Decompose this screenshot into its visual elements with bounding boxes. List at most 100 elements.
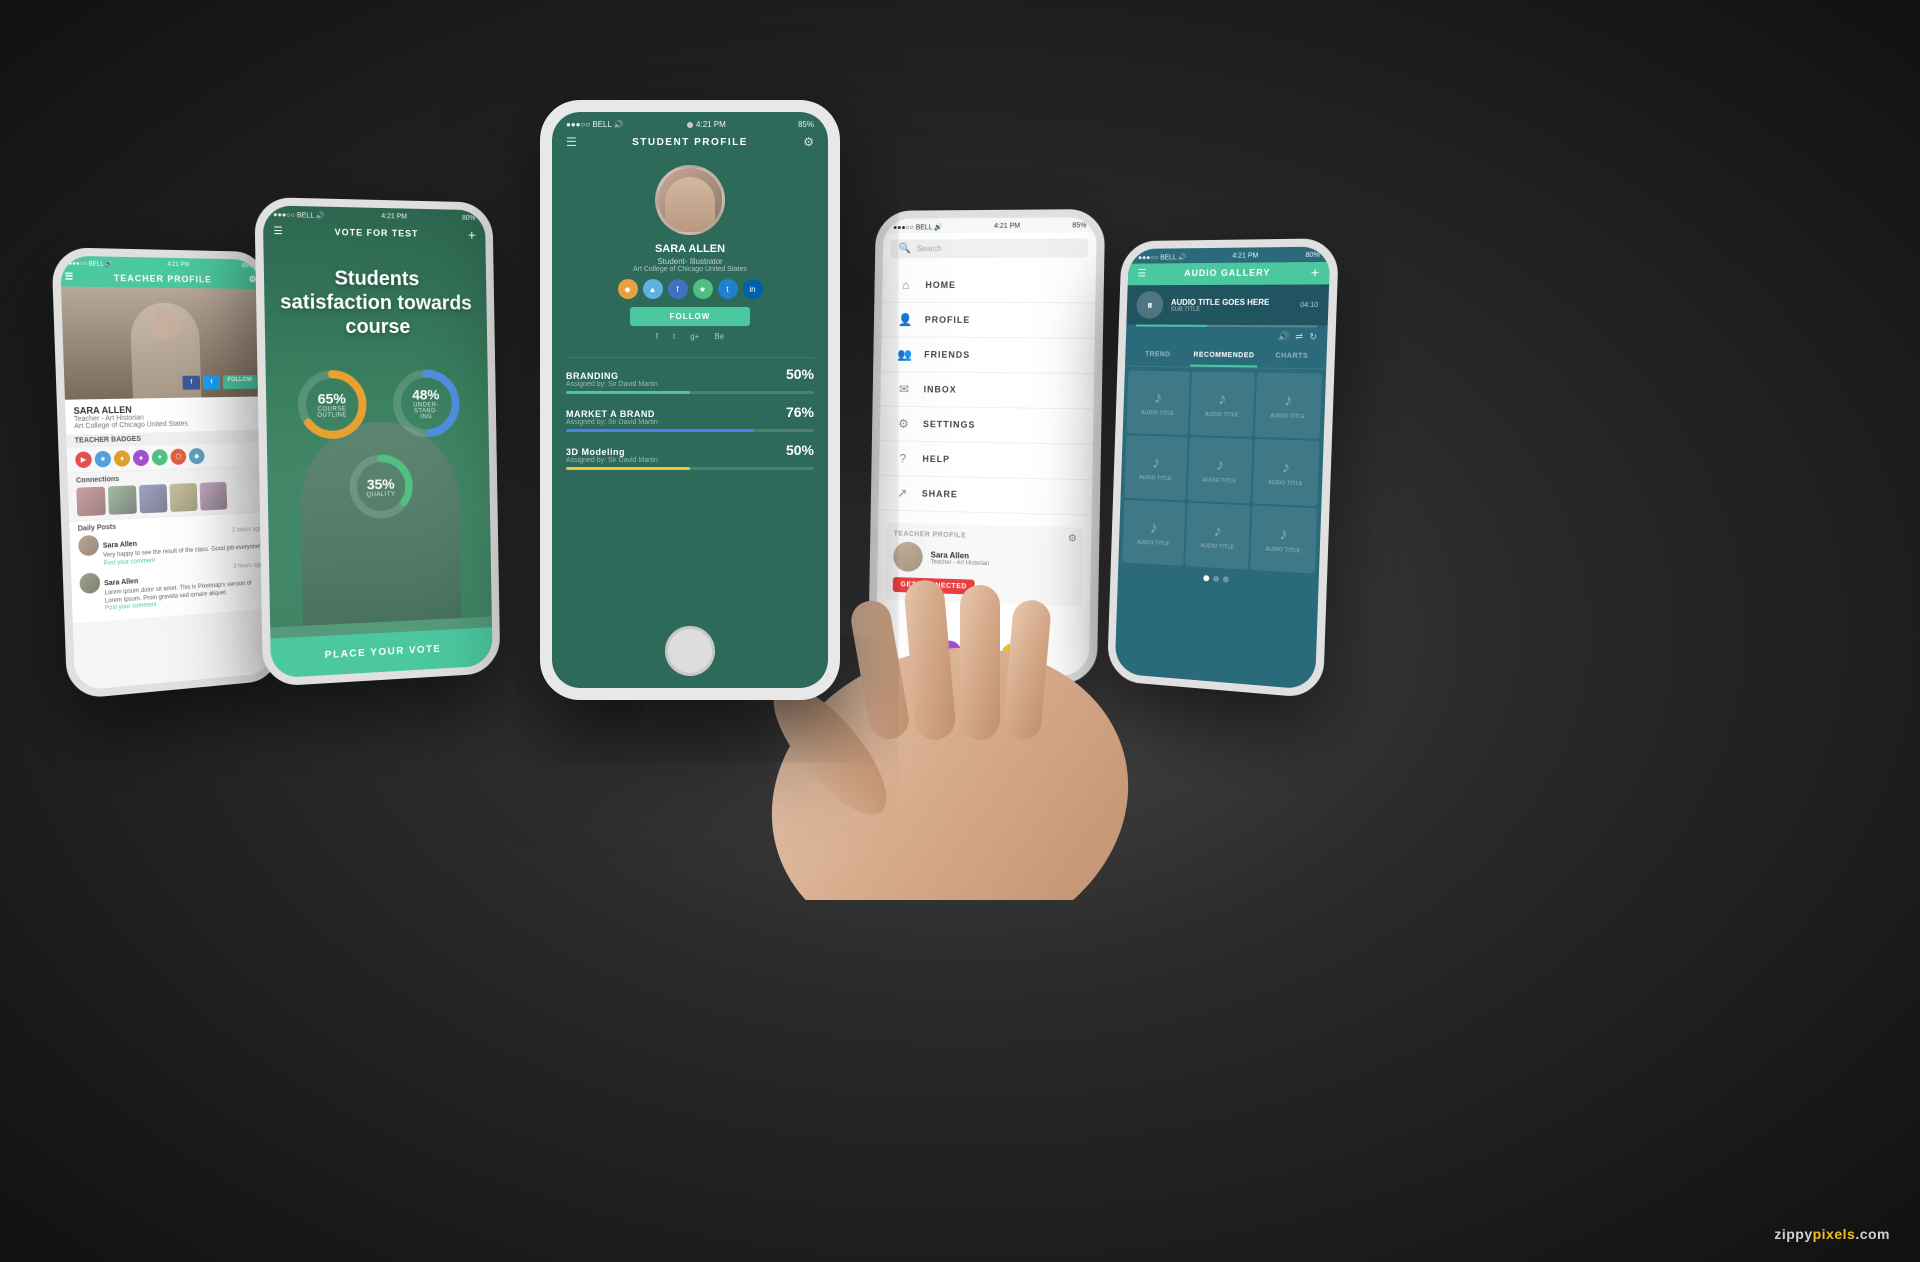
p5-audio-title: AUDIO TITLE [1141, 410, 1174, 417]
p5-title-text: AUDIO GALLERY [1184, 267, 1270, 278]
p2-status-time: 4:21 PM [381, 213, 407, 222]
p4-menu-inbox[interactable]: ✉ INBOX [880, 372, 1094, 409]
pc-course-pct: 50% [786, 366, 814, 382]
p5-grid-item[interactable]: ♪AUDIO TITLE [1190, 372, 1255, 437]
p4-menu-profile[interactable]: 👤 PROFILE [881, 303, 1095, 339]
p5-grid-item[interactable]: ♪AUDIO TITLE [1250, 505, 1317, 573]
pc-gear-icon[interactable]: ⚙ [803, 135, 814, 149]
p5-volume-icon[interactable]: 🔊 [1278, 331, 1290, 342]
p1-post-author: Sara Allen [104, 578, 138, 587]
p5-grid-item[interactable]: ♪AUDIO TITLE [1252, 439, 1319, 506]
pc-course-sub: Assigned by: Sir David Martin [566, 419, 658, 426]
p1-status-carrier: ●●●○○ BELL 🔊 [68, 260, 112, 268]
p5-tab-trend[interactable]: TREND [1125, 345, 1191, 366]
p5-play-button[interactable]: ⏸ [1136, 291, 1164, 319]
p2-chart-understanding: 48% UNDER-STAND-ING [386, 364, 465, 444]
p5-pagination-dot[interactable] [1203, 575, 1209, 581]
pc-social-icon-6[interactable]: in [743, 279, 763, 299]
p4-menu-label: PROFILE [925, 315, 971, 325]
p4-menu-help[interactable]: ? HELP [879, 441, 1093, 480]
p4-menu-label: SETTINGS [923, 419, 976, 430]
p2-add-icon[interactable]: + [468, 227, 476, 243]
p1-badge: ♦ [114, 450, 131, 467]
p1-facebook-btn[interactable]: f [182, 376, 200, 390]
p1-post-item: Sara Allen3 hours ago Lorem ipsum dolor … [79, 562, 264, 614]
pc-status-time: 4:21 PM [696, 120, 726, 129]
pc-menu-icon[interactable]: ☰ [566, 135, 577, 149]
p1-badge: ⬡ [170, 449, 186, 465]
p5-now-playing-title: AUDIO TITLE GOES HERE [1171, 297, 1292, 306]
p4-status-carrier: ●●●○○ BELL 🔊 [893, 223, 943, 231]
p5-tab-charts[interactable]: CHARTS [1257, 346, 1327, 368]
p1-badge: ★ [94, 451, 111, 468]
p5-audio-title: AUDIO TITLE [1203, 477, 1237, 484]
p4-search-bar[interactable]: 🔍 Search [891, 238, 1089, 258]
pc-social-icon-4[interactable]: ★ [693, 279, 713, 299]
p1-status-battery: 85% [242, 263, 253, 270]
p1-follow-btn[interactable]: FOLLOW [223, 375, 257, 389]
p5-grid-item[interactable]: ♪AUDIO TITLE [1187, 437, 1252, 503]
p2-menu-icon[interactable]: ☰ [273, 225, 282, 236]
pc-course-sub: Assigned by: Sir David Martin [566, 381, 658, 388]
p4-status-battery: 85% [1072, 222, 1086, 230]
pc-course-branding: BRANDING Assigned by: Sir David Martin 5… [566, 366, 814, 394]
p5-pagination-dot[interactable] [1223, 576, 1229, 582]
p5-grid-item[interactable]: ♪ AUDIO TITLE [1127, 371, 1190, 435]
p1-badge: ♠ [133, 450, 149, 467]
pc-avatar [655, 165, 725, 235]
p4-menu-label: SHARE [922, 489, 958, 500]
p1-twitter-btn[interactable]: t [203, 375, 221, 389]
phone-center-container: ●●●○○ BELL 🔊 4:21 PM 85% ☰ STUDENT PROFI… [540, 100, 840, 700]
p4-menu-label: HOME [925, 280, 956, 290]
p5-now-playing: ⏸ AUDIO TITLE GOES HERE SUB TITLE 04:10 [1126, 284, 1329, 325]
p5-music-icon: ♪ [1279, 525, 1288, 544]
p1-post-time: 3 hours ago [233, 562, 263, 570]
p5-audio-title: AUDIO TITLE [1268, 479, 1303, 486]
p4-menu-home[interactable]: ⌂ HOME [882, 268, 1096, 303]
p1-status-time: 4:21 PM [167, 262, 189, 269]
p5-add-icon[interactable]: + [1311, 264, 1320, 280]
p5-repeat-icon[interactable]: ↻ [1309, 331, 1317, 342]
p5-audio-title: AUDIO TITLE [1270, 413, 1305, 420]
p4-settings-icon: ⚙ [895, 416, 911, 432]
p4-menu-settings[interactable]: ⚙ SETTINGS [880, 407, 1094, 445]
pc-social-link-g[interactable]: g+ [690, 332, 699, 341]
p1-title-text: TEACHER PROFILE [114, 272, 212, 284]
p1-badge: ◆ [189, 448, 205, 464]
p4-search-icon: 🔍 [899, 243, 911, 254]
pc-social-icon-3[interactable]: f [668, 279, 688, 299]
p1-post-author: Sara Allen [103, 541, 137, 550]
p5-menu-icon[interactable]: ☰ [1137, 268, 1146, 279]
p5-pagination-dot[interactable] [1213, 576, 1219, 582]
pc-course-pct: 50% [786, 442, 814, 458]
pc-course-name: BRANDING [566, 371, 658, 381]
pc-social-link-be[interactable]: Be [714, 332, 724, 341]
p5-music-icon: ♪ [1152, 454, 1160, 472]
p5-music-icon: ♪ [1154, 389, 1162, 407]
pc-social-icon-1[interactable]: ◆ [618, 279, 638, 299]
p5-grid-item[interactable]: ♪AUDIO TITLE [1255, 372, 1322, 438]
pc-social-icon-2[interactable]: ▲ [643, 279, 663, 299]
phone-student-profile: ●●●○○ BELL 🔊 4:21 PM 85% ☰ STUDENT PROFI… [540, 100, 840, 700]
pc-social-link-tw[interactable]: t [673, 332, 675, 341]
p5-tab-recommended[interactable]: RECOMMENDED [1190, 346, 1258, 368]
p4-profile-icon: 👤 [897, 312, 913, 328]
pc-social-icon-5[interactable]: t [718, 279, 738, 299]
p2-status-carrier: ●●●○○ BELL 🔊 [273, 211, 325, 220]
pc-user-role: Student- Illustrator [657, 257, 722, 266]
p5-shuffle-icon[interactable]: ⇌ [1295, 331, 1303, 342]
p4-status-time: 4:21 PM [994, 223, 1020, 231]
p2-chart-quality: 35% QUALITY [343, 448, 419, 525]
pc-follow-button[interactable]: FOLLOW [630, 307, 751, 326]
p5-music-icon: ♪ [1213, 522, 1221, 540]
p4-friends-icon: 👥 [897, 346, 913, 362]
p4-menu-friends[interactable]: 👥 FRIENDS [881, 337, 1095, 374]
p5-grid-item[interactable]: ♪AUDIO TITLE [1124, 435, 1187, 500]
p5-status-carrier: ●●●○○ BELL 🔊 [1138, 253, 1187, 261]
pc-course-sub: Assigned by: Sir David Martin [566, 457, 658, 464]
p5-status-battery: 80% [1305, 252, 1320, 260]
pc-social-link-fb[interactable]: f [656, 332, 658, 341]
p1-menu-icon[interactable]: ☰ [65, 271, 75, 282]
p1-connection-avatar [139, 484, 168, 513]
p5-music-icon: ♪ [1282, 459, 1291, 478]
